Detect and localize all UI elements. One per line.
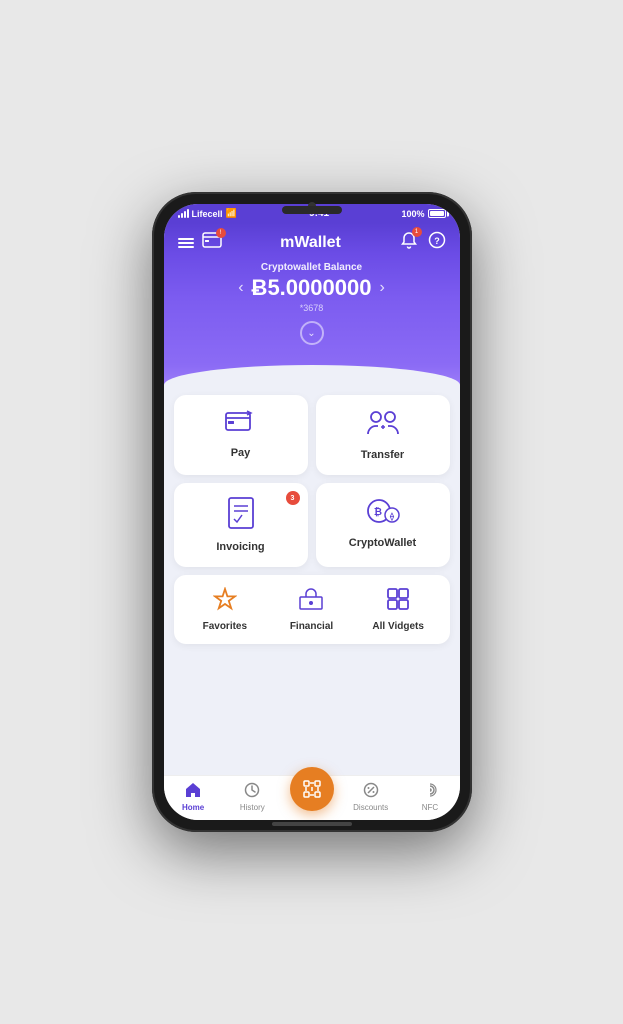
pay-icon xyxy=(225,409,257,441)
invoicing-icon xyxy=(227,497,255,535)
allvidgets-icon xyxy=(386,587,410,617)
cryptowallet-icon: ₿ ⟠ xyxy=(366,497,400,531)
balance-section: Cryptowallet Balance ‹ Ƀ5.0000000 › *367… xyxy=(164,254,460,365)
status-right: 100% xyxy=(401,209,445,219)
card-button[interactable]: ! xyxy=(202,232,222,253)
wave-divider xyxy=(164,365,460,385)
battery-icon xyxy=(428,209,446,218)
transfer-label: Transfer xyxy=(361,449,404,461)
phone-home-bar xyxy=(272,822,352,826)
battery-label: 100% xyxy=(401,209,424,219)
phone-notch xyxy=(282,206,342,214)
bell-button[interactable]: 1 xyxy=(400,231,418,254)
wifi-icon: 📶 xyxy=(226,208,237,219)
currency-symbol: Ƀ xyxy=(252,275,268,300)
balance-prev[interactable]: ‹ xyxy=(238,279,243,297)
history-icon xyxy=(244,782,260,801)
transfer-card[interactable]: Transfer xyxy=(316,395,450,475)
allvidgets-item[interactable]: All Vidgets xyxy=(357,587,440,632)
svg-text:₿: ₿ xyxy=(373,506,381,518)
balance-account: *3678 xyxy=(178,303,446,313)
expand-button[interactable]: ⌄ xyxy=(300,321,324,345)
cryptowallet-label: CryptoWallet xyxy=(349,537,416,549)
balance-next[interactable]: › xyxy=(379,279,384,297)
nav-home-label: Home xyxy=(182,803,204,812)
financial-icon xyxy=(299,587,323,617)
invoicing-card[interactable]: 3 Invoicing xyxy=(174,483,308,567)
balance-value: 5.0000000 xyxy=(267,275,371,300)
card-badge: ! xyxy=(216,228,226,238)
favorites-icon xyxy=(213,587,237,617)
transfer-icon xyxy=(366,409,400,443)
nav-history-label: History xyxy=(240,803,265,812)
invoicing-label: Invoicing xyxy=(216,541,264,553)
grid-row-1: Pay Transfer xyxy=(174,395,450,475)
help-icon: ? xyxy=(428,231,446,249)
nav-scan-button[interactable] xyxy=(290,767,334,811)
bell-badge: 1 xyxy=(412,227,422,237)
nav-discounts[interactable]: Discounts xyxy=(341,782,400,812)
svg-text:?: ? xyxy=(434,236,440,246)
nav-nfc-label: NFC xyxy=(422,803,438,812)
grid-row-2: 3 Invoicing xyxy=(174,483,450,567)
discounts-icon xyxy=(363,782,379,801)
nav-home[interactable]: Home xyxy=(164,782,223,812)
header-left: ! xyxy=(178,232,222,253)
main-content: Pay Transfer xyxy=(164,385,460,775)
bottom-nav: Home History xyxy=(164,775,460,820)
favorites-item[interactable]: Favorites xyxy=(184,587,267,632)
cryptowallet-card[interactable]: ₿ ⟠ CryptoWallet xyxy=(316,483,450,567)
home-icon xyxy=(185,782,201,801)
header-right: 1 ? xyxy=(400,231,446,254)
help-button[interactable]: ? xyxy=(428,231,446,254)
financial-label: Financial xyxy=(290,621,333,632)
phone-screen: Lifecell 📶 9:41 100% xyxy=(164,204,460,820)
app-header: ! mWallet 1 ? xyxy=(164,223,460,254)
financial-item[interactable]: Financial xyxy=(270,587,353,632)
nav-discounts-label: Discounts xyxy=(353,803,388,812)
balance-label: Cryptowallet Balance xyxy=(178,262,446,273)
menu-button[interactable] xyxy=(178,238,194,248)
balance-row: ‹ Ƀ5.0000000 › xyxy=(178,275,446,301)
status-left: Lifecell 📶 xyxy=(178,208,237,219)
favorites-label: Favorites xyxy=(203,621,247,632)
balance-amount: Ƀ5.0000000 xyxy=(252,275,372,301)
allvidgets-label: All Vidgets xyxy=(372,621,424,632)
carrier-label: Lifecell xyxy=(192,209,223,219)
nav-history[interactable]: History xyxy=(223,782,282,812)
app-title: mWallet xyxy=(280,234,341,252)
invoicing-badge: 3 xyxy=(286,491,300,505)
scan-icon xyxy=(302,779,322,799)
nav-scan-container xyxy=(282,783,341,811)
bottom-row: Favorites Financial xyxy=(174,575,450,644)
pay-card[interactable]: Pay xyxy=(174,395,308,475)
nav-nfc[interactable]: NFC xyxy=(400,782,459,812)
pay-label: Pay xyxy=(231,447,251,459)
phone-outer: Lifecell 📶 9:41 100% xyxy=(152,192,472,832)
nfc-icon xyxy=(422,782,438,801)
signal-bars xyxy=(178,209,189,218)
